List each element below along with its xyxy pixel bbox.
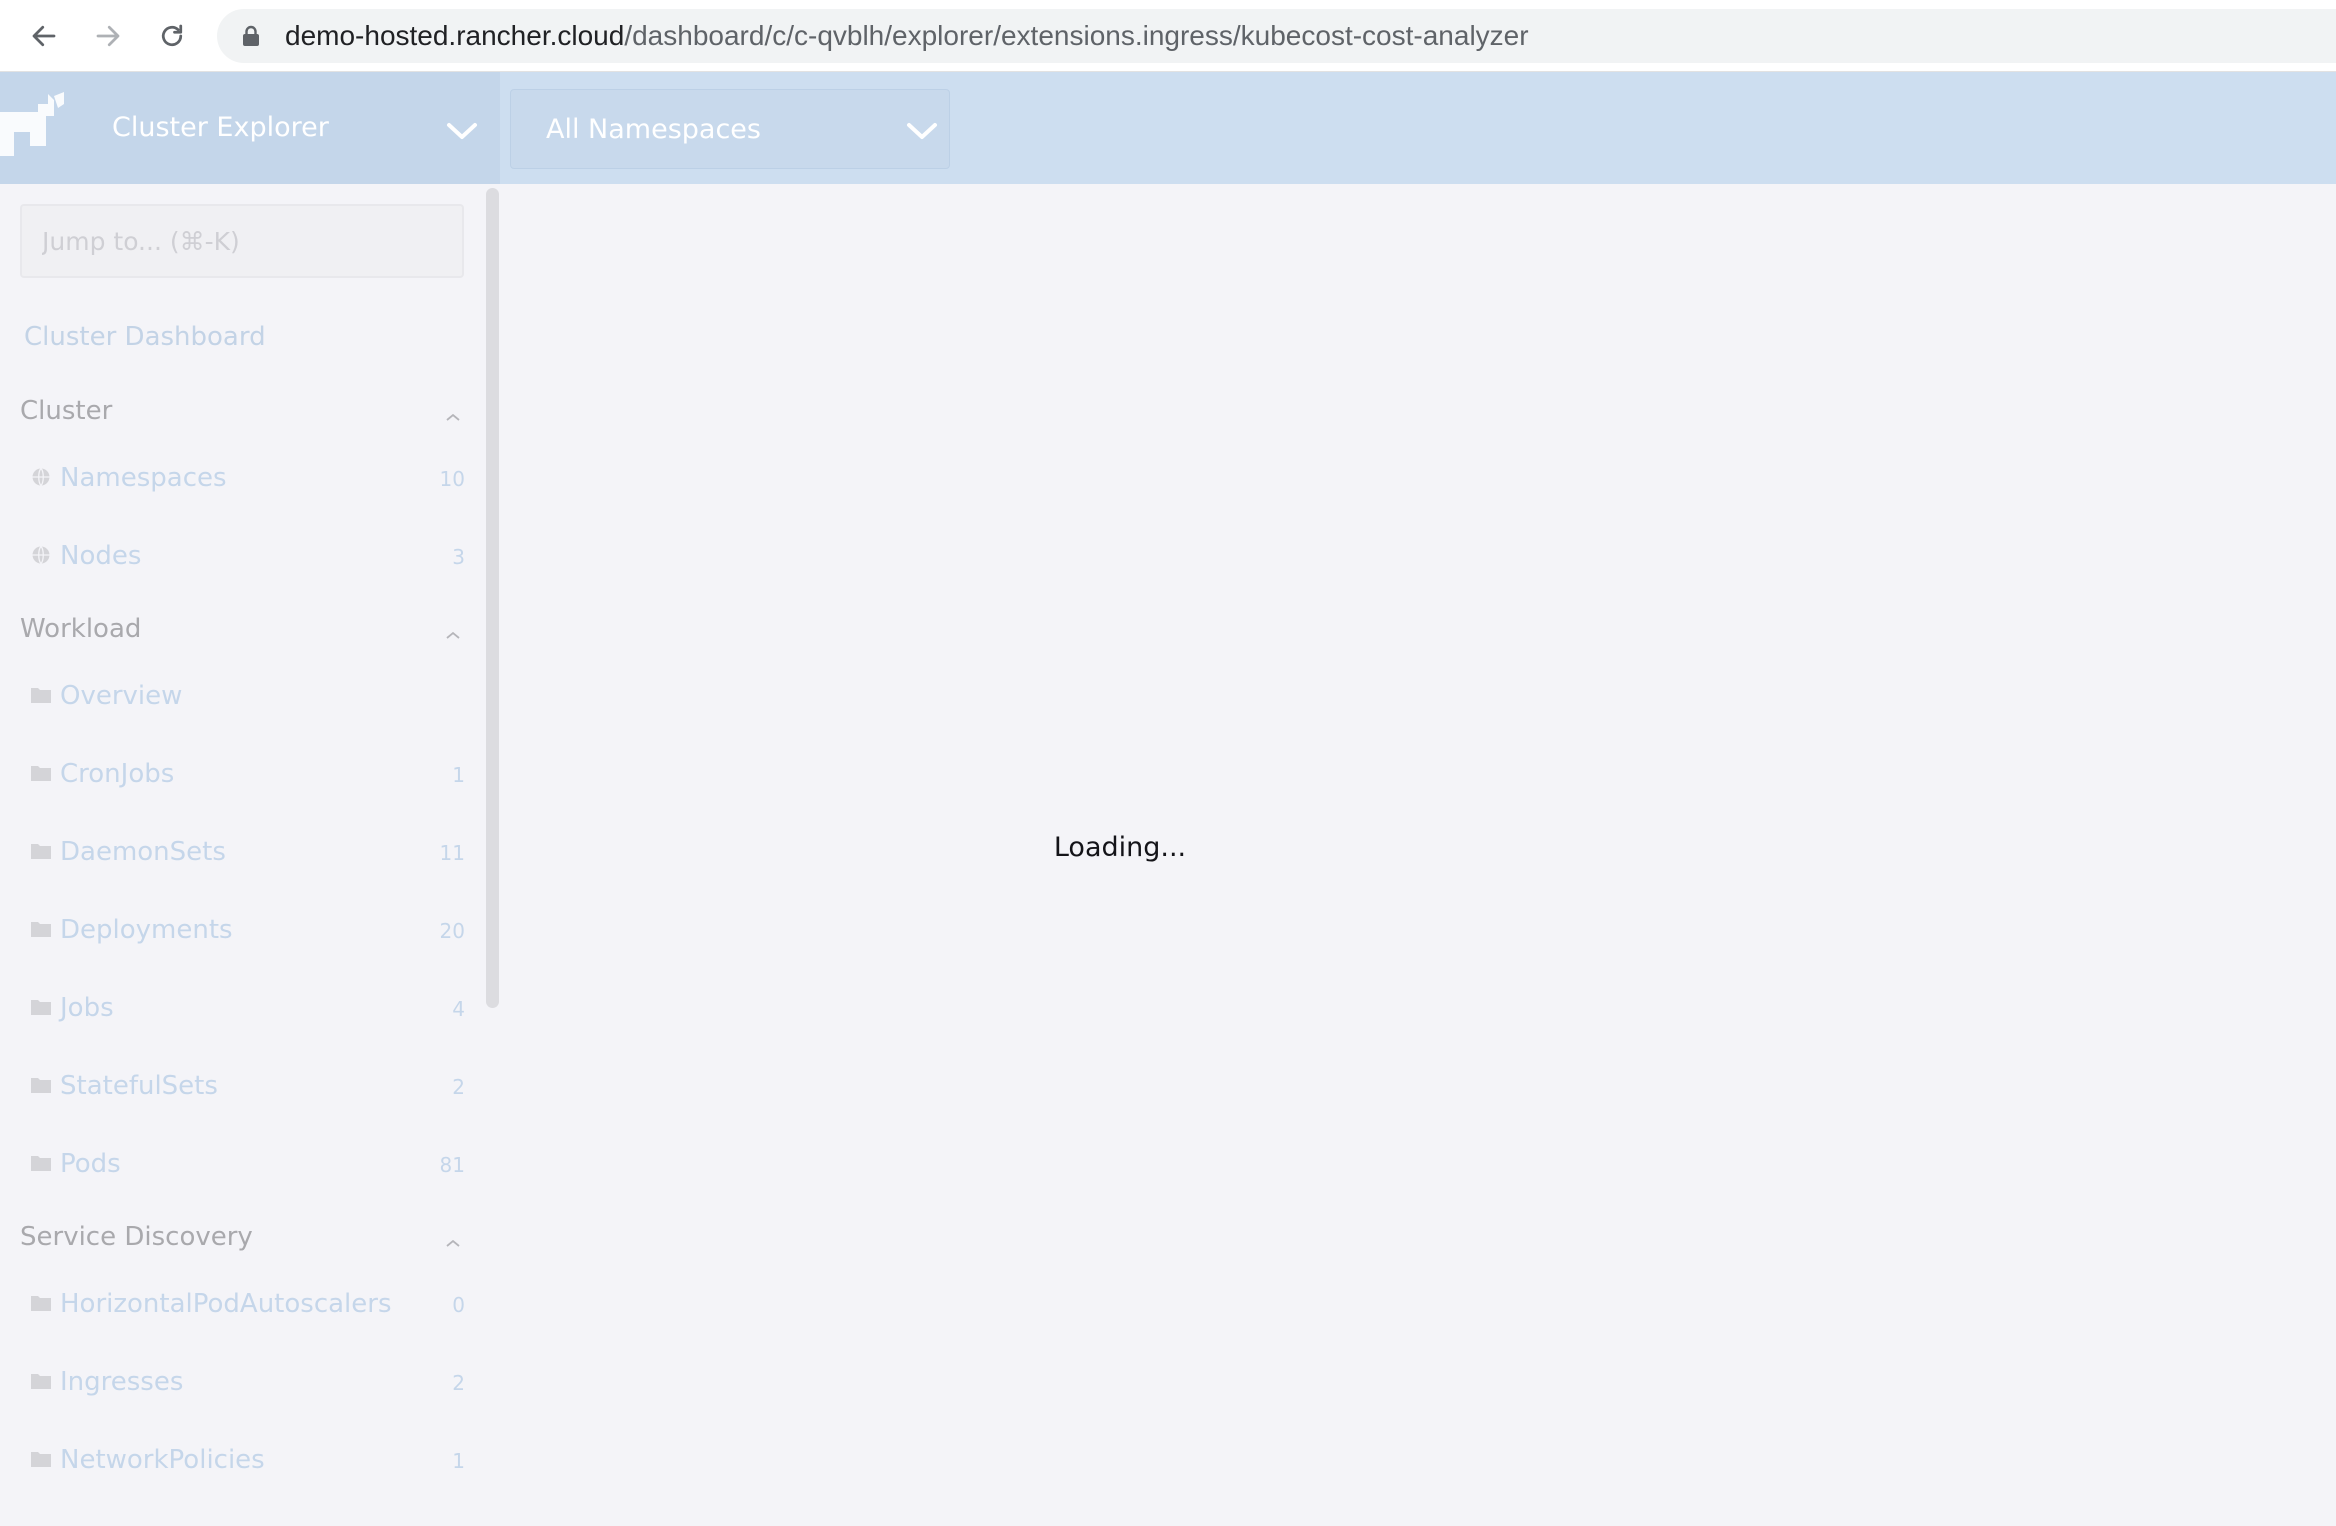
- jump-to-input[interactable]: [20, 204, 464, 278]
- sidebar-item-label: Pods: [60, 1149, 121, 1179]
- sidebar-item-namespaces[interactable]: Namespaces 10: [0, 448, 480, 508]
- url-path: /dashboard/c/c-qvblh/explorer/extensions…: [624, 20, 1529, 51]
- cluster-dashboard-link[interactable]: Cluster Dashboard: [24, 322, 266, 352]
- folder-icon: [31, 844, 51, 859]
- sidebar-item-label: HorizontalPodAutoscalers: [60, 1289, 392, 1319]
- sidebar-item-label: Ingresses: [60, 1367, 184, 1397]
- cluster-title: Cluster Explorer: [112, 112, 329, 143]
- browser-toolbar: demo-hosted.rancher.cloud/dashboard/c/c-…: [0, 0, 2336, 72]
- sidebar-item-label: Jobs: [60, 993, 114, 1023]
- forward-button[interactable]: [86, 14, 130, 58]
- sidebar-item-label: Deployments: [60, 915, 233, 945]
- sidebar-item-label: StatefulSets: [60, 1071, 218, 1101]
- sidebar-item-horizontalpodautoscalers[interactable]: HorizontalPodAutoscalers 0: [0, 1274, 480, 1334]
- back-button[interactable]: [22, 14, 66, 58]
- sidebar-item-count: 3: [452, 545, 465, 569]
- sidebar-item-pods[interactable]: Pods 81: [0, 1134, 480, 1194]
- chevron-down-icon: [907, 123, 937, 139]
- sidebar-item-networkpolicies[interactable]: NetworkPolicies 1: [0, 1430, 480, 1490]
- folder-icon: [31, 688, 51, 703]
- sidebar-item-label: Namespaces: [60, 463, 227, 493]
- reload-icon: [161, 24, 183, 47]
- sidebar-item-cronjobs[interactable]: CronJobs 1: [0, 744, 480, 804]
- sidebar-item-count: 0: [452, 1293, 465, 1317]
- address-bar[interactable]: demo-hosted.rancher.cloud/dashboard/c/c-…: [217, 9, 2336, 63]
- sidebar-item-count: 2: [452, 1075, 465, 1099]
- sidebar-item-count: 20: [439, 919, 465, 943]
- chevron-up-icon[interactable]: [445, 412, 461, 422]
- namespace-select-value: All Namespaces: [546, 114, 761, 145]
- folder-icon: [31, 1374, 51, 1389]
- group-title-workload[interactable]: Workload: [20, 614, 141, 644]
- folder-icon: [31, 1078, 51, 1093]
- sidebar-item-label: DaemonSets: [60, 837, 226, 867]
- rancher-logo-icon: [0, 92, 64, 156]
- sidebar-item-label: NetworkPolicies: [60, 1445, 265, 1475]
- chevron-down-icon: [447, 123, 477, 139]
- chevron-up-icon[interactable]: [445, 630, 461, 640]
- sidebar-item-overview[interactable]: Overview: [0, 666, 480, 726]
- sidebar-item-label: Overview: [60, 681, 183, 711]
- sidebar-item-count: 11: [439, 841, 465, 865]
- loading-indicator: Loading...: [1053, 832, 1187, 863]
- sidebar-item-label: CronJobs: [60, 759, 175, 789]
- sidebar-item-label: Nodes: [60, 541, 142, 571]
- globe-icon: [32, 468, 50, 486]
- folder-icon: [31, 1452, 51, 1467]
- sidebar-item-count: 81: [439, 1153, 465, 1177]
- sidebar-item-count: 2: [452, 1371, 465, 1395]
- sidebar-item-count: 4: [452, 997, 465, 1021]
- sidebar-item-deployments[interactable]: Deployments 20: [0, 900, 480, 960]
- sidebar-item-jobs[interactable]: Jobs 4: [0, 978, 480, 1038]
- sidebar-item-count: 1: [452, 763, 465, 787]
- group-title-cluster[interactable]: Cluster: [20, 396, 112, 426]
- arrow-left-icon: [32, 25, 56, 47]
- sidebar-item-count: 10: [439, 467, 465, 491]
- folder-icon: [31, 766, 51, 781]
- app-header: Cluster Explorer All Namespaces: [0, 72, 2336, 184]
- folder-icon: [31, 922, 51, 937]
- folder-icon: [31, 1156, 51, 1171]
- sidebar-item-nodes[interactable]: Nodes 3: [0, 526, 480, 586]
- sidebar-item-statefulsets[interactable]: StatefulSets 2: [0, 1056, 480, 1116]
- url-host: demo-hosted.rancher.cloud: [285, 20, 625, 51]
- folder-icon: [31, 1296, 51, 1311]
- sidebar-item-daemonsets[interactable]: DaemonSets 11: [0, 822, 480, 882]
- group-title-service-discovery[interactable]: Service Discovery: [20, 1222, 253, 1252]
- sidebar-item-count: 1: [452, 1449, 465, 1473]
- reload-button[interactable]: [150, 14, 194, 58]
- lock-icon: [243, 25, 259, 46]
- sidebar: Cluster Dashboard Cluster Namespaces 10 …: [0, 184, 500, 1526]
- globe-icon: [32, 546, 50, 564]
- chevron-up-icon[interactable]: [445, 1238, 461, 1248]
- folder-icon: [31, 1000, 51, 1015]
- sidebar-item-ingresses[interactable]: Ingresses 2: [0, 1352, 480, 1412]
- arrow-right-icon: [96, 25, 120, 47]
- url-text: demo-hosted.rancher.cloud/dashboard/c/c-…: [285, 9, 1529, 63]
- cluster-switcher[interactable]: Cluster Explorer: [0, 72, 500, 184]
- main-content: [500, 184, 2336, 1526]
- namespace-select[interactable]: All Namespaces: [510, 89, 950, 169]
- sidebar-scrollbar[interactable]: [486, 188, 499, 1008]
